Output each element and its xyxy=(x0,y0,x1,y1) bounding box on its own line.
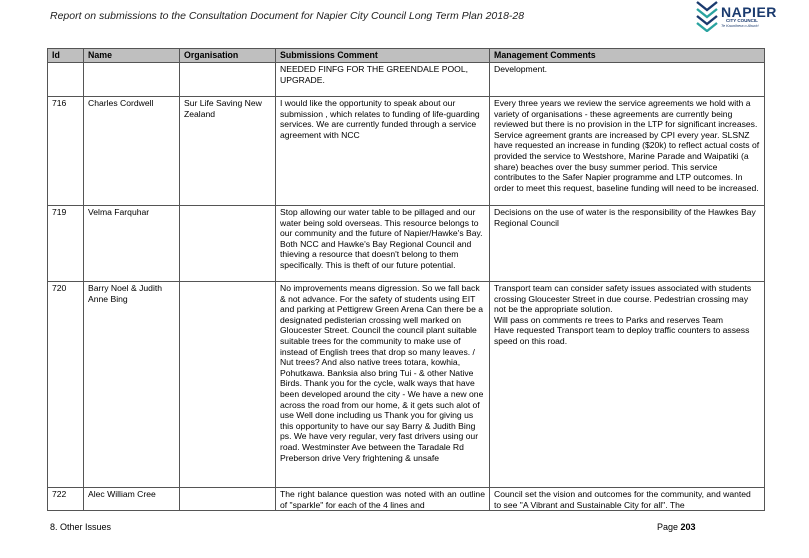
cell-submission-comment: No improvements means digression. So we … xyxy=(275,281,490,488)
column-header-organisation: Organisation xyxy=(179,48,276,63)
table-row: 722 Alec William Cree The right balance … xyxy=(47,486,765,512)
cell-management-comment: Transport team can consider safety issue… xyxy=(489,281,765,488)
table-row: NEEDED FINFG FOR THE GREENDALE POOL, UPG… xyxy=(47,62,765,97)
table-row: 720 Barry Noel & Judith Anne Bing No imp… xyxy=(47,281,765,488)
logo-maori-name: Te Kaunihera o Ahuriri xyxy=(721,24,759,28)
cell-organisation xyxy=(179,281,276,488)
cell-id: 722 xyxy=(47,486,84,512)
cell-organisation: Sur Life Saving New Zealand xyxy=(179,96,276,206)
cell-submission-comment: NEEDED FINFG FOR THE GREENDALE POOL, UPG… xyxy=(275,62,490,97)
footer-page: Page 203 xyxy=(657,522,696,532)
cell-organisation xyxy=(179,205,276,282)
cell-management-comment: Development. xyxy=(489,62,765,97)
cell-submission-comment: The right balance question was noted wit… xyxy=(275,486,490,512)
page-number: 203 xyxy=(680,522,696,532)
cell-submission-comment: Stop allowing our water table to be pill… xyxy=(275,205,490,282)
report-title: Report on submissions to the Consultatio… xyxy=(50,10,525,22)
cell-name xyxy=(83,62,180,97)
cell-organisation xyxy=(179,486,276,512)
logo-wave-icon xyxy=(696,1,718,32)
logo-subtitle: CITY COUNCIL xyxy=(726,18,758,23)
cell-submission-comment: I would like the opportunity to speak ab… xyxy=(275,96,490,206)
column-header-id: Id xyxy=(47,48,84,63)
cell-name: Velma Farquhar xyxy=(83,205,180,282)
cell-name: Charles Cordwell xyxy=(83,96,180,206)
cell-name: Barry Noel & Judith Anne Bing xyxy=(83,281,180,488)
table-row: 719 Velma Farquhar Stop allowing our wat… xyxy=(47,205,765,282)
cell-id: 719 xyxy=(47,205,84,282)
cell-management-comment: Decisions on the use of water is the res… xyxy=(489,205,765,282)
cell-name: Alec William Cree xyxy=(83,486,180,512)
page-label: Page xyxy=(657,522,679,532)
cell-organisation xyxy=(179,62,276,97)
table-header-row: Id Name Organisation Submissions Comment… xyxy=(47,48,765,63)
table-row: 716 Charles Cordwell Sur Life Saving New… xyxy=(47,96,765,206)
cell-id xyxy=(47,62,84,97)
footer-section: 8. Other Issues xyxy=(50,522,112,532)
napier-city-council-logo: NAPIER CITY COUNCIL Te Kaunihera o Ahuri… xyxy=(694,0,776,34)
column-header-submissions-comment: Submissions Comment xyxy=(275,48,490,63)
submissions-table: Id Name Organisation Submissions Comment… xyxy=(47,48,765,512)
column-header-management-comments: Management Comments xyxy=(489,48,765,63)
cell-id: 716 xyxy=(47,96,84,206)
cell-management-comment: Every three years we review the service … xyxy=(489,96,765,206)
column-header-name: Name xyxy=(83,48,180,63)
cell-id: 720 xyxy=(47,281,84,488)
cell-management-comment: Council set the vision and outcomes for … xyxy=(489,486,765,512)
